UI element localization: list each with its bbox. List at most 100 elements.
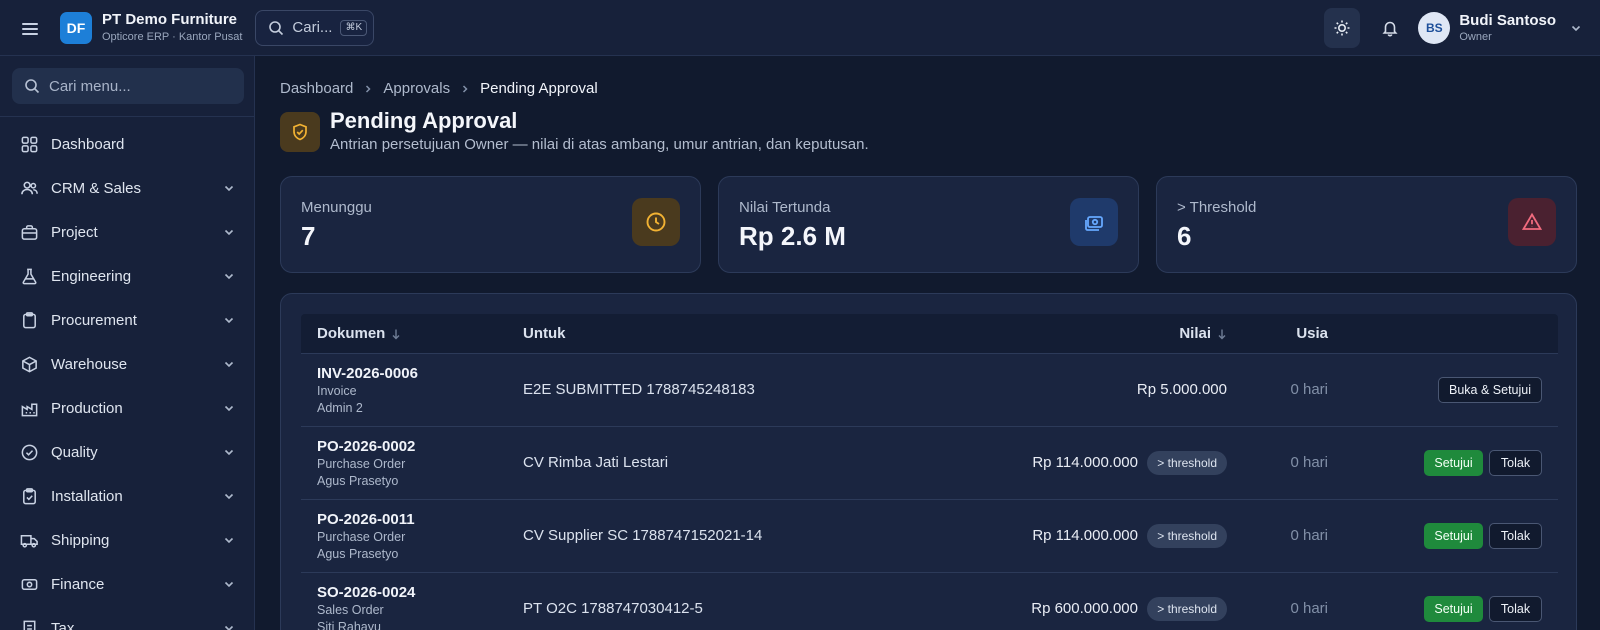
document-requester: Admin 2: [317, 400, 363, 415]
global-search-button[interactable]: Cari... ⌘K: [255, 9, 375, 46]
kpi-icon-box: [1070, 198, 1118, 246]
sidebar-item-engineering[interactable]: Engineering: [0, 254, 254, 298]
menu-toggle-icon[interactable]: [20, 18, 40, 38]
sidebar-item-label: Production: [51, 399, 123, 417]
kpi-label: Nilai Tertunda: [739, 199, 831, 216]
approval-table: Dokumen Untuk Nilai Usia INV-2026-0006 I…: [301, 314, 1558, 630]
document-number[interactable]: PO-2026-0002: [317, 438, 415, 455]
document-type: Purchase Order: [317, 530, 406, 545]
approval-table-card: Dokumen Untuk Nilai Usia INV-2026-0006 I…: [280, 293, 1577, 630]
menu-search-input[interactable]: Cari menu...: [12, 68, 244, 104]
open-approve-button[interactable]: Buka & Setujui: [1438, 377, 1542, 403]
document-age: 0 hari: [1290, 381, 1328, 398]
user-name: Budi Santoso: [1459, 11, 1556, 29]
chevron-down-icon: [224, 229, 234, 236]
document-type: Invoice: [317, 384, 357, 399]
breadcrumb-dashboard[interactable]: Dashboard: [280, 80, 353, 97]
sidebar-item-tax[interactable]: Tax: [0, 606, 254, 630]
company-subtitle: Opticore ERP · Kantor Pusat: [102, 31, 243, 44]
flask-icon: [22, 268, 37, 284]
sidebar-item-warehouse[interactable]: Warehouse: [0, 342, 254, 386]
threshold-badge: > threshold: [1147, 451, 1227, 475]
sidebar-item-installation[interactable]: Installation: [0, 474, 254, 518]
page-subtitle: Antrian persetujuan Owner — nilai di ata…: [330, 136, 869, 153]
sidebar-item-label: Tax: [51, 619, 75, 630]
document-requester: Agus Prasetyo: [317, 546, 399, 561]
sidebar-item-project[interactable]: Project: [0, 210, 254, 254]
breadcrumb-approvals[interactable]: Approvals: [383, 80, 450, 97]
document-number[interactable]: PO-2026-0011: [317, 511, 415, 528]
sidebar-item-label: Engineering: [51, 267, 132, 285]
sidebar-item-label: Warehouse: [51, 355, 128, 373]
bell-icon: [1382, 21, 1398, 37]
document-age: 0 hari: [1290, 527, 1328, 544]
chevron-down-icon: [224, 185, 234, 192]
document-requester: Siti Rahayu: [317, 619, 381, 630]
chevron-down-icon: [224, 625, 234, 630]
kpi-card-waiting: Menunggu 7: [280, 176, 701, 273]
sidebar-item-label: CRM & Sales: [51, 179, 142, 197]
breadcrumb-current: Pending Approval: [480, 80, 598, 97]
column-header-dokumen[interactable]: Dokumen: [317, 325, 401, 342]
table-row: PO-2026-0011 Purchase Order Agus Prasety…: [301, 500, 1558, 573]
sidebar-item-finance[interactable]: Finance: [0, 562, 254, 606]
chevron-down-icon: [224, 361, 234, 368]
sidebar-item-label: Quality: [51, 443, 98, 461]
document-recipient: CV Supplier SC 1788747152021-14: [523, 527, 763, 544]
check-circle-icon: [21, 444, 38, 460]
dashboard-grid-icon: [21, 136, 38, 152]
sidebar-item-production[interactable]: Production: [0, 386, 254, 430]
sidebar-item-dashboard[interactable]: Dashboard: [0, 122, 254, 166]
chevron-down-icon: [224, 405, 234, 412]
reject-button[interactable]: Tolak: [1489, 523, 1542, 549]
sidebar-item-crm-sales[interactable]: CRM & Sales: [0, 166, 254, 210]
company-name: PT Demo Furniture: [102, 10, 238, 28]
reject-button[interactable]: Tolak: [1489, 450, 1542, 476]
kpi-value: 7: [301, 221, 316, 251]
document-value: Rp 114.000.000: [1032, 454, 1138, 471]
table-row: INV-2026-0006 Invoice Admin 2 E2E SUBMIT…: [301, 354, 1558, 427]
avatar[interactable]: BS: [1418, 12, 1451, 44]
truck-icon: [20, 534, 38, 548]
document-recipient: CV Rimba Jati Lestari: [523, 454, 669, 471]
clock-icon: [646, 212, 666, 232]
top-bar: DF PT Demo Furniture Opticore ERP · Kant…: [0, 0, 1600, 56]
box-icon: [22, 356, 37, 372]
chevron-down-icon[interactable]: [1570, 22, 1582, 34]
sidebar-item-procurement[interactable]: Procurement: [0, 298, 254, 342]
sidebar-item-label: Project: [51, 223, 98, 241]
column-header-nilai[interactable]: Nilai: [1179, 325, 1227, 342]
notifications-button[interactable]: [1372, 8, 1408, 48]
chevron-down-icon: [224, 581, 234, 588]
factory-icon: [21, 402, 38, 416]
document-age: 0 hari: [1290, 454, 1328, 471]
search-icon: [25, 79, 40, 94]
user-role: Owner: [1459, 31, 1492, 44]
search-shortcut: ⌘K: [340, 19, 368, 36]
column-header-usia: Usia: [1296, 325, 1328, 342]
sidebar-item-label: Dashboard: [51, 135, 125, 153]
warning-triangle-icon: [1521, 212, 1543, 230]
approve-button[interactable]: Setujui: [1424, 596, 1483, 622]
approve-button[interactable]: Setujui: [1424, 523, 1483, 549]
sidebar-item-quality[interactable]: Quality: [0, 430, 254, 474]
search-icon: [269, 20, 284, 35]
sidebar-item-shipping[interactable]: Shipping: [0, 518, 254, 562]
threshold-badge: > threshold: [1147, 597, 1227, 621]
briefcase-icon: [21, 224, 38, 240]
kpi-label: Menunggu: [301, 199, 372, 216]
brand: PT Demo Furniture Opticore ERP · Kantor …: [102, 10, 243, 44]
users-icon: [21, 181, 38, 194]
user-menu[interactable]: Budi Santoso Owner: [1459, 11, 1556, 44]
document-age: 0 hari: [1290, 600, 1328, 617]
page-icon: [280, 112, 320, 152]
table-header: Dokumen Untuk Nilai Usia: [301, 314, 1558, 354]
reject-button[interactable]: Tolak: [1489, 596, 1542, 622]
chevron-down-icon: [224, 449, 234, 456]
theme-toggle-button[interactable]: [1324, 8, 1361, 48]
sidebar: Cari menu... Dashboard CRM & Sales Proje…: [0, 56, 255, 630]
document-type: Sales Order: [317, 603, 384, 618]
document-number[interactable]: INV-2026-0006: [317, 365, 418, 382]
document-number[interactable]: SO-2026-0024: [317, 584, 415, 601]
approve-button[interactable]: Setujui: [1424, 450, 1483, 476]
